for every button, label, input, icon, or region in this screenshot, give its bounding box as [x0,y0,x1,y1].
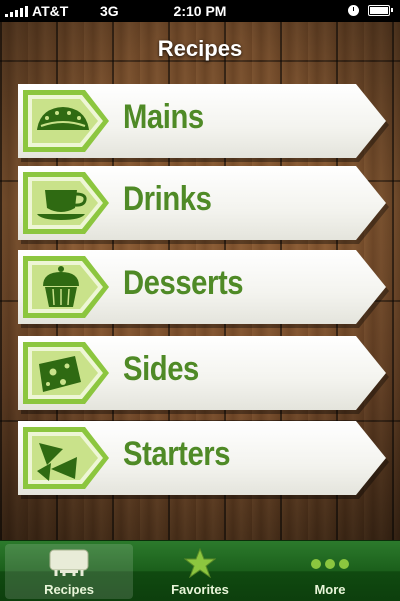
status-bar: AT&T 3G 2:10 PM [0,0,400,22]
more-icon [311,559,349,569]
category-starters-button[interactable]: Starters [18,421,389,499]
battery-icon [368,5,393,16]
status-time: 2:10 PM [173,3,227,19]
category-drinks-button[interactable]: Drinks [18,166,389,244]
alarm-clock-icon [348,5,359,16]
cupcake-icon [23,256,109,318]
tab-favorites[interactable]: Favorites [136,544,264,599]
category-sides-button[interactable]: Sides [18,336,389,414]
teacup-icon [23,172,109,234]
tab-recipes[interactable]: Recipes [5,544,133,599]
category-mains-button[interactable]: Mains [18,84,389,162]
category-label: Mains [123,98,204,136]
category-label: Starters [123,435,231,473]
tab-bar: Recipes Favorites More [0,540,400,601]
tab-label: Favorites [171,582,229,597]
star-icon [184,548,216,578]
category-label: Sides [123,350,199,388]
nachos-icon [23,427,109,489]
category-label: Desserts [123,264,244,302]
tab-label: More [314,582,346,597]
cheese-icon [23,342,109,404]
tab-label: Recipes [44,582,94,597]
page-title: Recipes [157,36,243,61]
recipes-icon [49,549,89,576]
taco-icon [23,90,109,152]
category-desserts-button[interactable]: Desserts [18,250,389,328]
category-label: Drinks [123,180,212,218]
tab-more[interactable]: More [266,544,394,599]
